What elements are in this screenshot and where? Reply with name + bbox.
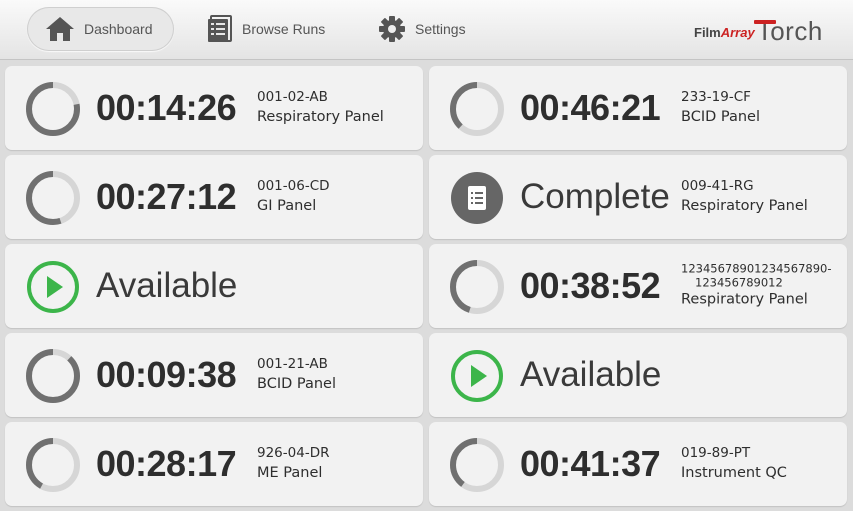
module-card-8[interactable]: Available: [429, 333, 847, 417]
list-icon: [207, 15, 233, 43]
panel-name: Instrument QC: [681, 465, 787, 481]
progress-ring-icon: [449, 437, 505, 493]
run-info: 233-19-CF BCID Panel: [681, 88, 760, 128]
module-card-2[interactable]: 00:46:21 233-19-CF BCID Panel: [429, 66, 847, 150]
module-card-4[interactable]: Complete 009-41-RG Respiratory Panel: [429, 155, 847, 239]
logo-film-text: Film: [694, 25, 721, 40]
module-card-7[interactable]: 00:09:38 001-21-AB BCID Panel: [5, 333, 423, 417]
run-info: 001-21-AB BCID Panel: [257, 355, 336, 395]
play-icon: [25, 259, 81, 315]
run-info: 926-04-DR ME Panel: [257, 444, 329, 484]
run-timer: 00:28:17: [96, 443, 237, 484]
nav-browse-runs-button[interactable]: Browse Runs: [207, 7, 325, 51]
run-id: 001-06-CD: [257, 178, 330, 194]
panel-name: Respiratory Panel: [257, 109, 384, 125]
progress-ring-icon: [25, 348, 81, 404]
panel-name: Respiratory Panel: [681, 291, 808, 308]
module-card-6[interactable]: 00:38:52 12345678901234567890- 12345678901…: [429, 244, 847, 328]
run-timer: 00:14:26: [96, 87, 237, 128]
progress-ring-icon: [25, 81, 81, 137]
run-id: 001-21-AB: [257, 356, 328, 372]
module-card-10[interactable]: 00:41:37 019-89-PT Instrument QC: [429, 422, 847, 506]
filmarray-torch-logo: Film Array Torch: [694, 14, 823, 44]
run-info: 12345678901234567890- 123456789012 Respira…: [681, 262, 831, 311]
progress-ring-icon: [449, 81, 505, 137]
run-id-line-2: 123456789012: [695, 275, 783, 290]
run-id: 926-04-DR: [257, 445, 330, 461]
logo-array-text: Array: [720, 25, 755, 40]
top-nav-bar: Dashboard Browse Runs Settings Film Arra…: [0, 0, 853, 60]
run-info: 001-02-AB Respiratory Panel: [257, 88, 384, 128]
run-id: 233-19-CF: [681, 89, 751, 105]
module-status-text: Available: [96, 266, 238, 305]
run-id: 019-89-PT: [681, 445, 751, 461]
module-card-1[interactable]: 00:14:26 001-02-AB Respiratory Panel: [5, 66, 423, 150]
nav-dashboard-label: Dashboard: [84, 21, 153, 37]
run-id: 001-02-AB: [257, 89, 328, 105]
run-timer: 00:41:37: [520, 443, 661, 484]
panel-name: Respiratory Panel: [681, 198, 808, 214]
progress-ring-icon: [25, 437, 81, 493]
module-card-5[interactable]: Available: [5, 244, 423, 328]
run-timer: 00:38:52: [520, 265, 661, 306]
run-timer: 00:27:12: [96, 176, 237, 217]
progress-ring-icon: [25, 170, 81, 226]
gear-icon: [378, 15, 406, 43]
run-timer: 00:46:21: [520, 87, 661, 128]
logo-torch-text: Torch: [753, 16, 823, 46]
home-icon: [45, 16, 75, 42]
run-info: 019-89-PT Instrument QC: [681, 444, 787, 484]
nav-dashboard-button[interactable]: Dashboard: [27, 7, 174, 51]
panel-name: BCID Panel: [257, 376, 336, 392]
panel-name: BCID Panel: [681, 109, 760, 125]
run-timer: 00:09:38: [96, 354, 237, 395]
module-status-text: Complete: [520, 177, 670, 216]
progress-ring-icon: [449, 259, 505, 315]
panel-name: GI Panel: [257, 198, 317, 214]
module-status-text: Available: [520, 355, 662, 394]
run-id: 009-41-RG: [681, 178, 754, 194]
module-card-9[interactable]: 00:28:17 926-04-DR ME Panel: [5, 422, 423, 506]
module-card-3[interactable]: 00:27:12 001-06-CD GI Panel: [5, 155, 423, 239]
run-id-line-1: 12345678901234567890-: [681, 261, 832, 276]
run-info: 001-06-CD GI Panel: [257, 177, 330, 217]
nav-settings-button[interactable]: Settings: [378, 7, 466, 51]
nav-browse-runs-label: Browse Runs: [242, 21, 326, 37]
nav-settings-label: Settings: [415, 21, 466, 37]
panel-name: ME Panel: [257, 465, 323, 481]
play-icon: [449, 348, 505, 404]
complete-report-icon: [449, 170, 505, 226]
run-info: 009-41-RG Respiratory Panel: [681, 177, 808, 217]
